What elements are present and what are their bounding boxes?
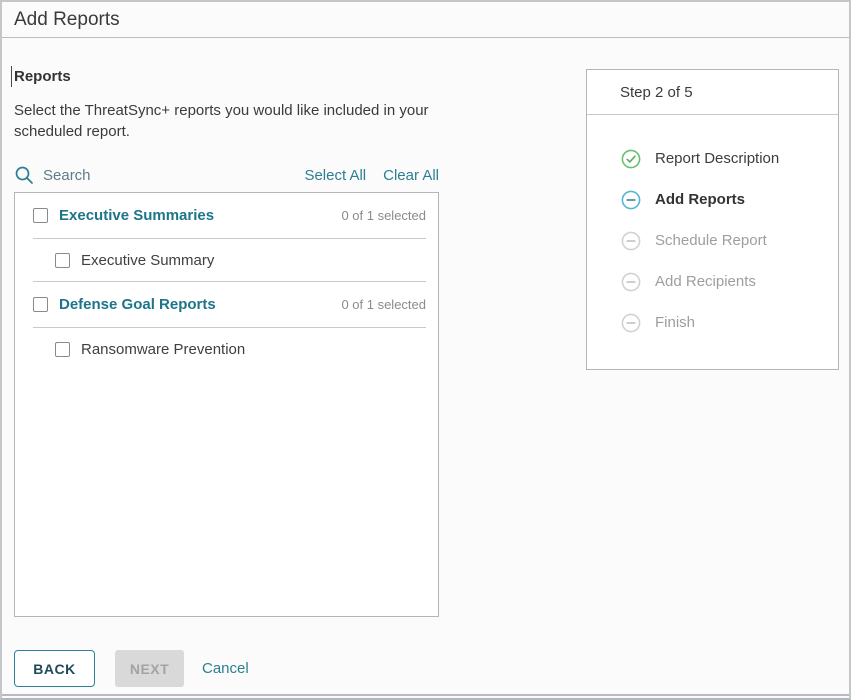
bottom-divider [2, 694, 849, 696]
report-list: Executive Summaries 0 of 1 selected Exec… [14, 192, 439, 617]
page-title: Add Reports [14, 9, 120, 31]
step-list: Report Description Add Reports [587, 115, 838, 343]
step-item-schedule-report: Schedule Report [587, 220, 838, 261]
step-label: Report Description [655, 150, 779, 167]
step-item-add-reports: Add Reports [587, 179, 838, 220]
group-checkbox-executive-summaries[interactable] [33, 208, 48, 223]
next-button[interactable]: NEXT [115, 650, 184, 687]
report-label[interactable]: Ransomware Prevention [81, 341, 245, 358]
report-row: Executive Summary [15, 239, 438, 281]
search-toggle[interactable]: Search [14, 165, 91, 185]
step-label: Schedule Report [655, 232, 767, 249]
bulk-select-links: Select All Clear All [304, 167, 439, 184]
search-label: Search [43, 167, 91, 184]
step-complete-icon [621, 149, 641, 169]
step-current-icon [621, 190, 641, 210]
back-button[interactable]: BACK [14, 650, 95, 687]
text-cursor [11, 66, 12, 87]
page-header: Add Reports [2, 2, 849, 38]
group-selected-count: 0 of 1 selected [341, 208, 426, 223]
group-label[interactable]: Defense Goal Reports [59, 296, 216, 313]
step-pending-icon [621, 313, 641, 333]
report-group-row: Executive Summaries 0 of 1 selected [15, 193, 438, 238]
group-selected-count: 0 of 1 selected [341, 297, 426, 312]
report-list-toolbar: Search Select All Clear All [14, 163, 439, 187]
step-item-finish: Finish [587, 302, 838, 343]
report-row: Ransomware Prevention [15, 328, 438, 370]
report-label[interactable]: Executive Summary [81, 252, 214, 269]
report-checkbox-ransomware-prevention[interactable] [55, 342, 70, 357]
search-icon [14, 165, 34, 185]
add-reports-wizard-page: Add Reports Reports Select the ThreatSyn… [0, 0, 851, 700]
step-label: Add Reports [655, 191, 745, 208]
step-pending-icon [621, 272, 641, 292]
select-all-link[interactable]: Select All [304, 167, 366, 184]
cancel-link[interactable]: Cancel [202, 650, 249, 687]
step-item-report-description: Report Description [587, 138, 838, 179]
step-counter: Step 2 of 5 [587, 70, 838, 115]
step-label: Add Recipients [655, 273, 756, 290]
clear-all-link[interactable]: Clear All [383, 167, 439, 184]
reports-section-description: Select the ThreatSync+ reports you would… [14, 100, 436, 142]
report-group-row: Defense Goal Reports 0 of 1 selected [15, 282, 438, 327]
group-label[interactable]: Executive Summaries [59, 207, 214, 224]
report-checkbox-executive-summary[interactable] [55, 253, 70, 268]
step-item-add-recipients: Add Recipients [587, 261, 838, 302]
step-pending-icon [621, 231, 641, 251]
step-label: Finish [655, 314, 695, 331]
wizard-step-panel: Step 2 of 5 Report Description [586, 69, 839, 370]
group-checkbox-defense-goal-reports[interactable] [33, 297, 48, 312]
reports-section-heading: Reports [14, 68, 71, 85]
